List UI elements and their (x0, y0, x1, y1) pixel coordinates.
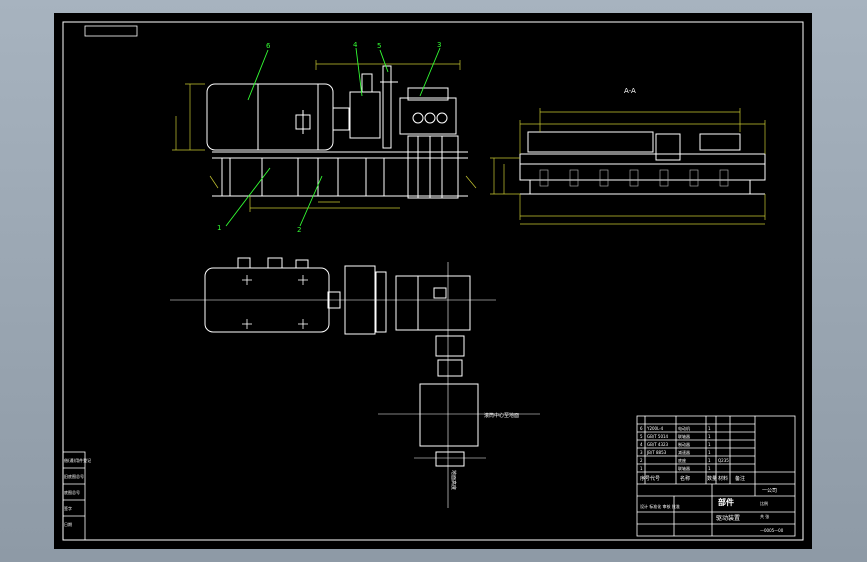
svg-text:序号: 序号 (640, 475, 650, 482)
svg-text:联轴器: 联轴器 (678, 465, 690, 471)
side-note: 地面高度 (450, 470, 457, 490)
svg-text:电动机: 电动机 (678, 425, 690, 431)
svg-text:比例: 比例 (760, 500, 768, 506)
svg-text:代号: 代号 (650, 475, 660, 482)
svg-text:一公司: 一公司 (762, 488, 777, 494)
svg-text:部件: 部件 (718, 497, 734, 507)
svg-text:—0005—00: —0005—00 (760, 528, 784, 533)
svg-text:设计 标准化 审核 批准: 设计 标准化 审核 批准 (640, 503, 680, 509)
svg-text:旧底图总号: 旧底图总号 (64, 473, 84, 479)
svg-text:材料: 材料 (718, 475, 728, 482)
svg-text:Y200L-4: Y200L-4 (646, 426, 664, 431)
svg-text:数量: 数量 (707, 475, 717, 482)
svg-text:联轴器: 联轴器 (678, 433, 690, 439)
svg-text:减速器: 减速器 (678, 449, 690, 455)
drawing-canvas[interactable]: 6 4 5 3 2 1 A-A 滚筒中心至地面 地面高度 借(通)用件登记 旧底… (0, 0, 867, 562)
svg-text:4: 4 (353, 41, 358, 49)
svg-text:备注: 备注 (735, 475, 745, 482)
svg-text:3: 3 (437, 41, 441, 49)
svg-text:6: 6 (266, 42, 271, 50)
svg-text:共 张: 共 张 (760, 513, 769, 519)
svg-text:底座: 底座 (678, 457, 686, 463)
cad-viewport: 6 4 5 3 2 1 A-A 滚筒中心至地面 地面高度 借(通)用件登记 旧底… (0, 0, 867, 562)
svg-text:底图总号: 底图总号 (64, 489, 80, 495)
svg-text:借(通)用件登记: 借(通)用件登记 (64, 457, 91, 463)
svg-text:制动器: 制动器 (678, 441, 690, 447)
section-label: A-A (624, 87, 636, 95)
svg-text:GB/T 5014: GB/T 5014 (647, 434, 669, 439)
svg-text:日期: 日期 (64, 521, 72, 527)
svg-text:驱动装置: 驱动装置 (716, 514, 740, 522)
svg-text:名称: 名称 (680, 475, 690, 482)
svg-text:5: 5 (377, 42, 381, 50)
drawing-sheet (54, 13, 812, 549)
svg-text:1: 1 (217, 224, 221, 232)
svg-text:签字: 签字 (64, 505, 72, 511)
svg-text:GB/T 4323: GB/T 4323 (647, 442, 669, 447)
svg-text:Q235: Q235 (718, 458, 729, 463)
svg-text:JB/T 8853: JB/T 8853 (646, 450, 667, 455)
shaft-note: 滚筒中心至地面 (484, 412, 519, 419)
svg-text:2: 2 (297, 226, 301, 234)
